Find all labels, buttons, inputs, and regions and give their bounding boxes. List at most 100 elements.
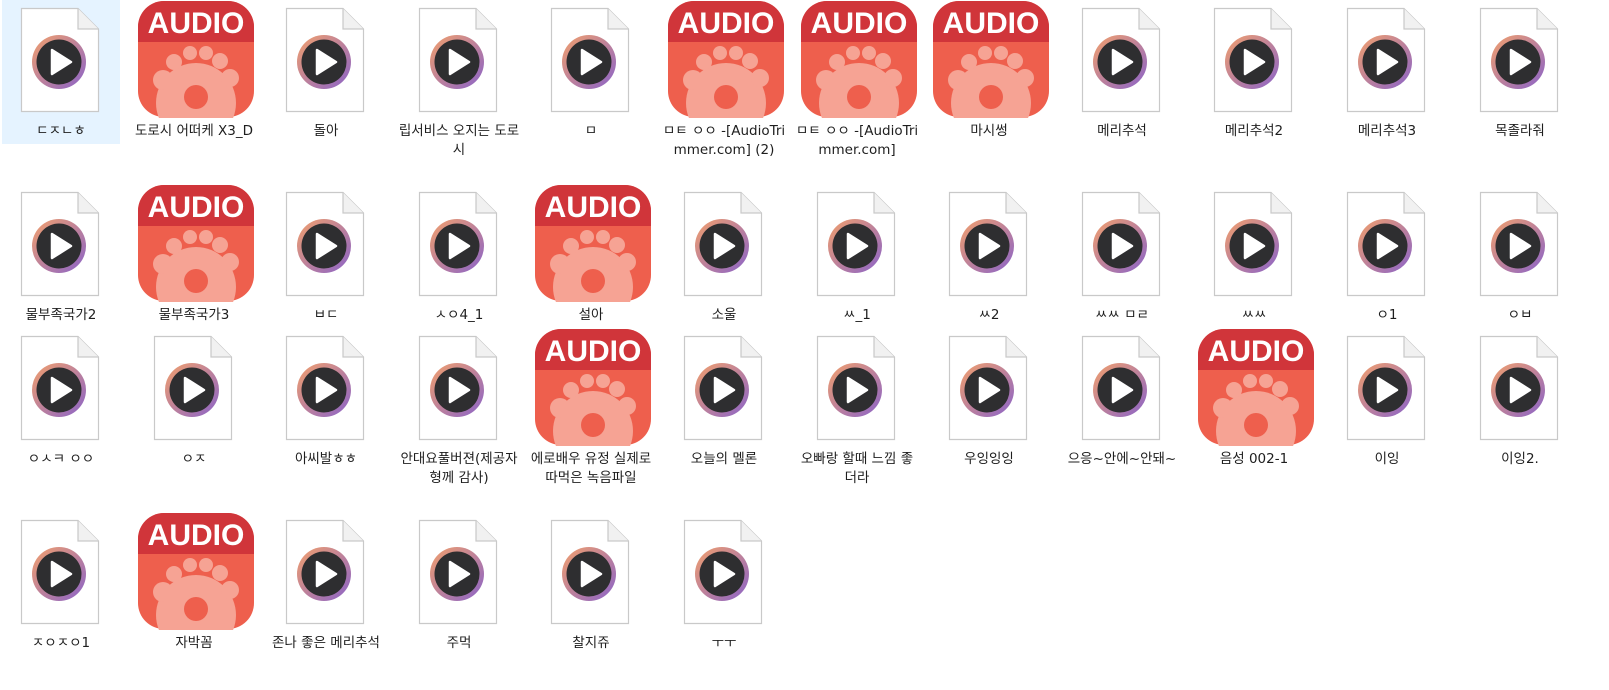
file-item[interactable]: 메리추석2 [1195, 0, 1313, 160]
file-item[interactable]: ㅆ_1 [798, 184, 916, 344]
file-name: 설아 [578, 307, 604, 323]
file-item[interactable]: 으응~안에~안돼~ [1063, 328, 1181, 488]
file-item[interactable]: 돌아 [267, 0, 385, 160]
media-file-icon [285, 191, 365, 297]
media-file-icon [816, 191, 896, 297]
file-name: 우잉잉잉 [964, 451, 1014, 467]
file-item[interactable]: ㅂㄷ [267, 184, 385, 344]
file-item[interactable]: ㅅㅇ4_1 [400, 184, 518, 344]
media-file-icon [20, 191, 100, 297]
file-item[interactable]: ㅇ1 [1328, 184, 1446, 344]
file-thumbnail [1328, 328, 1446, 446]
file-thumbnail [267, 512, 385, 630]
file-thumbnail [2, 512, 120, 630]
media-file-icon [20, 335, 100, 441]
file-thumbnail: AUDIO [798, 0, 917, 118]
file-thumbnail [1328, 0, 1446, 118]
file-name: ㅇㅂ [1507, 307, 1533, 323]
audio-app-icon: AUDIO [801, 1, 917, 118]
file-name: 마시썽 [970, 123, 1008, 139]
media-file-icon [683, 191, 763, 297]
file-thumbnail: AUDIO [532, 184, 651, 302]
audio-badge-text: AUDIO [148, 191, 245, 224]
file-thumbnail [532, 0, 650, 118]
file-item[interactable]: ㄷㅈㄴㅎ [2, 0, 120, 144]
file-item[interactable]: 아씨발ㅎㅎ [267, 328, 385, 488]
file-item[interactable]: 이잉 [1328, 328, 1446, 488]
file-name: ㅜㅜ [711, 635, 737, 651]
file-item[interactable]: AUDIO 물부족국가3 [135, 184, 254, 344]
file-thumbnail [400, 328, 518, 446]
audio-app-icon: AUDIO [668, 1, 784, 118]
file-name: 안대요풀버젼(제공자형께 감사) [400, 451, 518, 486]
file-item[interactable]: AUDIO 마시썽 [930, 0, 1049, 160]
file-name: ㅆㅆ [1241, 307, 1267, 323]
file-item[interactable]: ㅇㅈ [135, 328, 253, 488]
media-file-icon [418, 335, 498, 441]
file-item[interactable]: 목졸라줘 [1461, 0, 1579, 160]
file-item[interactable]: 찰지쥬 [532, 512, 650, 672]
file-item[interactable]: AUDIO ㅁㅌ ㅇㅇ -[AudioTrimmer.com] [796, 0, 918, 160]
media-file-icon [683, 519, 763, 625]
audio-app-icon: AUDIO [535, 329, 651, 446]
file-item[interactable]: 메리추석3 [1328, 0, 1446, 160]
file-thumbnail [2, 328, 120, 446]
media-file-icon [20, 7, 100, 113]
file-item[interactable]: ㅆ2 [930, 184, 1048, 344]
file-name: 주먹 [446, 635, 472, 651]
file-thumbnail [930, 328, 1048, 446]
media-file-icon [1479, 191, 1559, 297]
file-item[interactable]: AUDIO 도로시 어떠케 X3_D [135, 0, 254, 160]
file-name: ㅈㅇㅈㅇ1 [31, 635, 91, 651]
media-file-icon [1346, 191, 1426, 297]
file-item[interactable]: 이잉2. [1461, 328, 1579, 488]
file-thumbnail [1195, 0, 1313, 118]
file-thumbnail [1063, 0, 1181, 118]
file-item[interactable]: 존나 좋은 메리추석 [267, 512, 385, 672]
file-name: 메리추석3 [1357, 123, 1417, 139]
file-item[interactable]: AUDIO 설아 [532, 184, 651, 344]
media-file-icon [418, 7, 498, 113]
media-file-icon [153, 335, 233, 441]
file-name: 립서비스 오지는 도로시 [398, 123, 520, 158]
file-item[interactable]: 오늘의 멜론 [665, 328, 783, 488]
file-item[interactable]: 주먹 [400, 512, 518, 672]
file-thumbnail [1063, 184, 1181, 302]
file-item[interactable]: ㅇㅂ [1461, 184, 1579, 344]
file-name: ㅇ1 [1376, 307, 1398, 323]
file-item[interactable]: ㅁ [532, 0, 650, 160]
file-name: 음성 002-1 [1219, 451, 1289, 467]
file-thumbnail: AUDIO [930, 0, 1049, 118]
media-file-icon [285, 7, 365, 113]
file-item[interactable]: AUDIO 음성 002-1 [1195, 328, 1314, 488]
file-name: 이잉 [1374, 451, 1400, 467]
audio-badge-text: AUDIO [148, 7, 245, 40]
file-item[interactable]: ㅜㅜ [665, 512, 783, 672]
file-item[interactable]: AUDIO ㅁㅌ ㅇㅇ -[AudioTrimmer.com] (2) [663, 0, 785, 160]
file-item[interactable]: ㅆㅆ [1195, 184, 1313, 344]
file-item[interactable]: AUDIO 자박꼼 [135, 512, 254, 672]
media-file-icon [550, 519, 630, 625]
file-grid: ㄷㅈㄴㅎ AUDIO 도로시 어떠케 X3_D 돌아 립서비스 오지는 도로시 [0, 0, 1609, 690]
file-name: 으응~안에~안돼~ [1067, 451, 1177, 467]
file-item[interactable]: ㅈㅇㅈㅇ1 [2, 512, 120, 672]
file-name: ㅆㅆ ㅁㄹ [1095, 307, 1149, 323]
media-file-icon [1479, 335, 1559, 441]
file-item[interactable]: 소울 [665, 184, 783, 344]
file-item[interactable]: ㅆㅆ ㅁㄹ [1063, 184, 1181, 344]
file-item[interactable]: 오빠랑 할때 느낌 좋더라 [798, 328, 916, 488]
file-item[interactable]: 메리추석 [1063, 0, 1181, 160]
file-thumbnail [798, 184, 916, 302]
file-thumbnail [665, 184, 783, 302]
file-item[interactable]: 안대요풀버젼(제공자형께 감사) [400, 328, 518, 488]
audio-app-icon: AUDIO [535, 185, 651, 302]
file-item[interactable]: 립서비스 오지는 도로시 [398, 0, 520, 160]
file-item[interactable]: ㅇㅅㅋ ㅇㅇ [2, 328, 120, 488]
file-item[interactable]: 우잉잉잉 [930, 328, 1048, 488]
file-item[interactable]: AUDIO 에로배우 유정 실제로 따먹은 녹음파일 [531, 328, 651, 488]
file-thumbnail [1328, 184, 1446, 302]
media-file-icon [1081, 7, 1161, 113]
audio-badge-text: AUDIO [545, 191, 642, 224]
media-file-icon [1213, 7, 1293, 113]
file-item[interactable]: 물부족국가2 [2, 184, 120, 344]
